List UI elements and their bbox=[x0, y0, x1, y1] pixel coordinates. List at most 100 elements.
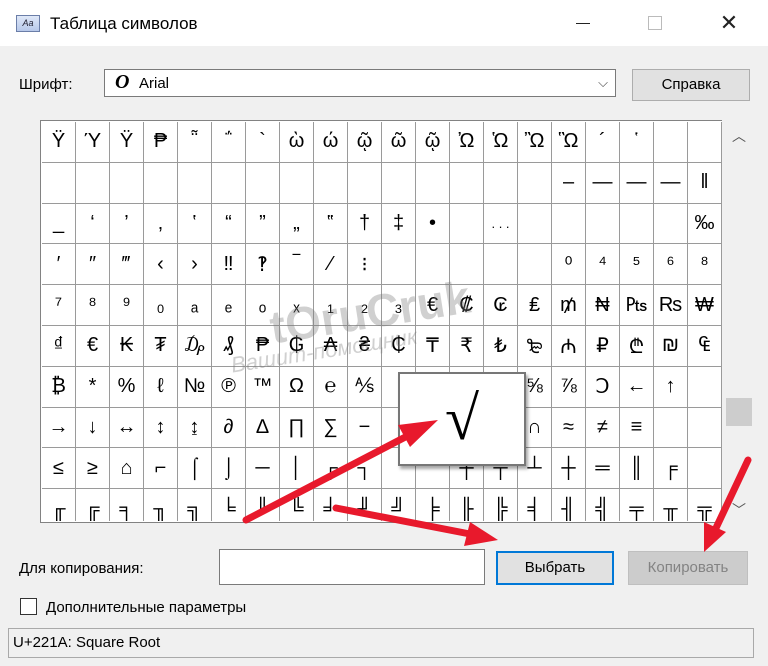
character-cell[interactable] bbox=[348, 162, 382, 204]
character-cell[interactable] bbox=[42, 162, 76, 204]
character-cell[interactable] bbox=[586, 203, 620, 245]
character-cell[interactable]: ‛ bbox=[178, 203, 212, 245]
scroll-down-icon[interactable]: ﹀ bbox=[722, 500, 756, 520]
character-cell[interactable]: ╗ bbox=[178, 489, 212, 521]
character-cell[interactable]: ₩ bbox=[688, 285, 722, 326]
character-cell[interactable] bbox=[620, 203, 654, 245]
advanced-view-checkbox[interactable] bbox=[20, 598, 37, 615]
character-cell[interactable]: ⌠ bbox=[178, 448, 212, 490]
character-cell[interactable]: ╤ bbox=[620, 489, 654, 521]
character-cell[interactable]: ╝ bbox=[382, 489, 416, 521]
character-cell[interactable]: ῶ bbox=[382, 122, 416, 163]
character-cell[interactable]: ‴ bbox=[110, 244, 144, 286]
character-cell[interactable]: │ bbox=[280, 448, 314, 490]
character-cell[interactable]: ’ bbox=[110, 203, 144, 245]
character-cell[interactable]: ‾ bbox=[280, 244, 314, 286]
character-cell[interactable]: ₸ bbox=[416, 325, 450, 367]
character-cell[interactable]: ⅞ bbox=[552, 366, 586, 408]
character-cell[interactable]: Ↄ bbox=[586, 366, 620, 408]
character-cell[interactable]: Ύ bbox=[76, 122, 110, 163]
character-cell[interactable]: ═ bbox=[586, 448, 620, 490]
character-cell[interactable] bbox=[484, 162, 518, 204]
character-cell[interactable]: ╥ bbox=[654, 489, 688, 521]
character-cell[interactable]: ₼ bbox=[552, 325, 586, 367]
character-cell[interactable]: ╔ bbox=[76, 489, 110, 521]
character-cell[interactable]: ╟ bbox=[450, 489, 484, 521]
character-cell[interactable] bbox=[552, 203, 586, 245]
character-cell[interactable] bbox=[688, 366, 722, 408]
character-cell[interactable] bbox=[450, 162, 484, 204]
copy-input[interactable] bbox=[219, 549, 485, 585]
character-cell[interactable]: _ bbox=[42, 203, 76, 245]
character-cell[interactable] bbox=[280, 162, 314, 204]
character-cell[interactable]: ⁹ bbox=[110, 285, 144, 326]
character-cell[interactable]: ₨ bbox=[654, 285, 688, 326]
character-cell[interactable]: ⌂ bbox=[110, 448, 144, 490]
character-cell[interactable]: ╚ bbox=[280, 489, 314, 521]
character-cell[interactable]: ⌐ bbox=[144, 448, 178, 490]
character-cell[interactable]: ` bbox=[246, 122, 280, 163]
character-cell[interactable]: „ bbox=[280, 203, 314, 245]
character-cell[interactable] bbox=[110, 162, 144, 204]
character-cell[interactable] bbox=[76, 162, 110, 204]
character-cell[interactable]: ↕ bbox=[144, 407, 178, 449]
character-cell[interactable] bbox=[688, 122, 722, 163]
character-cell[interactable]: ῷ bbox=[348, 122, 382, 163]
character-cell[interactable]: ⁸ bbox=[76, 285, 110, 326]
character-cell[interactable] bbox=[688, 407, 722, 449]
character-cell[interactable]: ₽ bbox=[586, 325, 620, 367]
character-cell[interactable]: — bbox=[654, 162, 688, 204]
character-cell[interactable]: ΅ bbox=[212, 122, 246, 163]
character-cell[interactable]: ≥ bbox=[76, 448, 110, 490]
maximize-button[interactable] bbox=[632, 8, 678, 38]
character-cell[interactable]: % bbox=[110, 366, 144, 408]
character-cell[interactable]: ℓ bbox=[144, 366, 178, 408]
character-cell[interactable] bbox=[450, 203, 484, 245]
character-cell[interactable]: ← bbox=[620, 366, 654, 408]
character-cell[interactable]: € bbox=[76, 325, 110, 367]
character-cell[interactable]: “ bbox=[212, 203, 246, 245]
character-cell[interactable]: ⁄ bbox=[314, 244, 348, 286]
character-cell[interactable] bbox=[212, 162, 246, 204]
character-cell[interactable]: ‡ bbox=[382, 203, 416, 245]
character-cell[interactable]: Ϋ bbox=[110, 122, 144, 163]
character-cell[interactable]: † bbox=[348, 203, 382, 245]
character-cell[interactable]: ╢ bbox=[552, 489, 586, 521]
character-cell[interactable]: ╘ bbox=[212, 489, 246, 521]
character-cell[interactable]: – bbox=[552, 162, 586, 204]
character-cell[interactable]: • bbox=[416, 203, 450, 245]
help-button[interactable]: Справка bbox=[632, 69, 750, 101]
character-cell[interactable]: — bbox=[620, 162, 654, 204]
character-cell[interactable]: ὼ bbox=[280, 122, 314, 163]
character-cell[interactable]: ⁶ bbox=[654, 244, 688, 286]
character-cell[interactable] bbox=[382, 162, 416, 204]
character-cell[interactable]: − bbox=[348, 407, 382, 449]
character-cell[interactable]: ′ bbox=[42, 244, 76, 286]
character-cell[interactable]: ⁷ bbox=[42, 285, 76, 326]
close-button[interactable]: ✕ bbox=[706, 8, 752, 38]
character-cell[interactable]: ₹ bbox=[450, 325, 484, 367]
character-cell[interactable]: ↑ bbox=[654, 366, 688, 408]
advanced-view-label[interactable]: Дополнительные параметры bbox=[46, 599, 246, 616]
character-cell[interactable]: ║ bbox=[620, 448, 654, 490]
character-cell[interactable]: ῾ bbox=[620, 122, 654, 163]
character-cell[interactable] bbox=[178, 162, 212, 204]
character-cell[interactable]: ╠ bbox=[484, 489, 518, 521]
character-cell[interactable]: ‼ bbox=[212, 244, 246, 286]
character-cell[interactable]: ≈ bbox=[552, 407, 586, 449]
character-cell[interactable]: ₻ bbox=[518, 325, 552, 367]
character-cell[interactable]: ≠ bbox=[586, 407, 620, 449]
character-cell[interactable]: ╜ bbox=[348, 489, 382, 521]
character-cell[interactable]: › bbox=[178, 244, 212, 286]
character-cell[interactable]: → bbox=[42, 407, 76, 449]
character-cell[interactable]: ╙ bbox=[246, 489, 280, 521]
character-cell[interactable]: ῷ bbox=[416, 122, 450, 163]
character-cell[interactable]: ╕ bbox=[110, 489, 144, 521]
character-cell[interactable] bbox=[246, 162, 280, 204]
character-cell[interactable]: ₺ bbox=[484, 325, 518, 367]
character-cell[interactable]: ∂ bbox=[212, 407, 246, 449]
character-cell[interactable]: ⁝ bbox=[348, 244, 382, 286]
character-cell[interactable]: ┼ bbox=[552, 448, 586, 490]
grid-scrollbar[interactable]: ︿ ﹀ bbox=[722, 120, 756, 523]
character-cell[interactable]: ‽ bbox=[246, 244, 280, 286]
